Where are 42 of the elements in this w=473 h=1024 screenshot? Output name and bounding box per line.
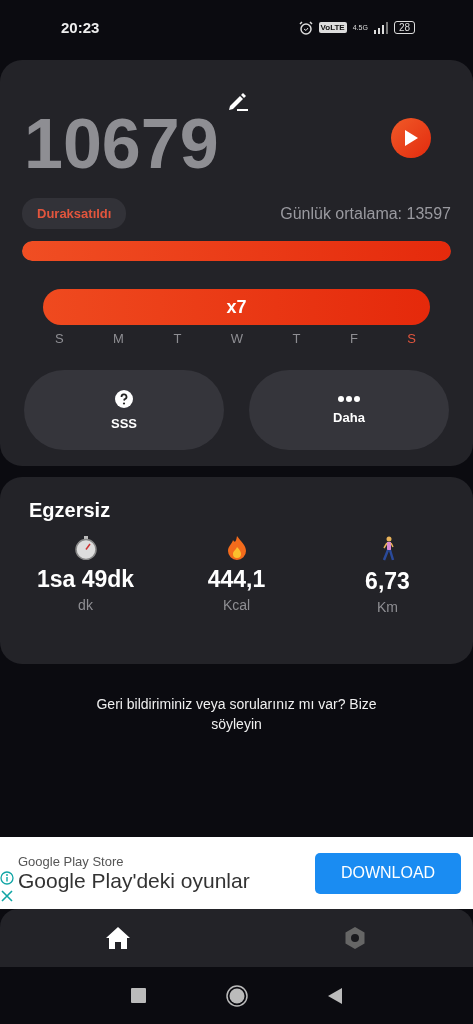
weekday-label: T xyxy=(173,331,182,346)
edit-icon[interactable] xyxy=(226,92,249,112)
ad-source: Google Play Store xyxy=(18,853,125,869)
streak-bar: x7 xyxy=(43,289,430,325)
more-icon xyxy=(338,395,360,402)
status-time: 20:23 xyxy=(61,19,100,36)
info-icon[interactable] xyxy=(0,870,14,885)
flame-icon xyxy=(226,536,247,560)
ad-headline: Google Play'deki oyunlar xyxy=(18,868,250,893)
more-button[interactable]: Daha xyxy=(249,370,449,450)
help-icon xyxy=(115,389,133,408)
feedback-text[interactable]: Geri bildiriminiz veya sorularınız mı var? Bize söyleyin xyxy=(70,694,403,734)
daily-average: Günlük ortalama: 13597 xyxy=(280,204,451,223)
stat-value: 1sa 49dk xyxy=(36,566,135,593)
status-pill: Duraksatıldı xyxy=(22,198,127,229)
stopwatch-icon xyxy=(74,536,97,560)
play-button[interactable] xyxy=(391,118,431,158)
weekday-label: M xyxy=(113,331,124,346)
play-icon xyxy=(404,130,418,146)
faq-button[interactable]: SSS xyxy=(24,370,224,450)
weekday-label: T xyxy=(292,331,301,346)
signal-icon xyxy=(373,21,388,34)
stat-unit: Kcal xyxy=(222,597,251,613)
section-title: Egzersiz xyxy=(29,499,112,522)
stat-value: 444,1 xyxy=(207,566,266,593)
alarm-icon xyxy=(298,20,313,35)
weekday-label: F xyxy=(349,331,358,346)
home-circle-icon[interactable] xyxy=(226,984,248,1007)
close-icon[interactable] xyxy=(0,889,14,902)
stat-unit: dk xyxy=(78,597,93,613)
hexagon-icon[interactable] xyxy=(342,926,367,950)
stat-unit: Km xyxy=(377,599,398,615)
stat-value: 6,73 xyxy=(365,568,410,595)
home-icon[interactable] xyxy=(106,927,131,949)
battery-level: 28 xyxy=(393,21,415,34)
volte-badge: VoLTE xyxy=(318,22,347,33)
back-icon[interactable] xyxy=(328,987,342,1004)
weekday-label: S xyxy=(55,331,64,346)
ad-banner[interactable]: Google Play Store Google Play'deki oyunlar DOWNLOAD xyxy=(0,837,473,909)
weekday-label: W xyxy=(230,331,244,346)
weekday-label: S xyxy=(407,331,416,346)
step-count: 10679 xyxy=(24,104,219,184)
